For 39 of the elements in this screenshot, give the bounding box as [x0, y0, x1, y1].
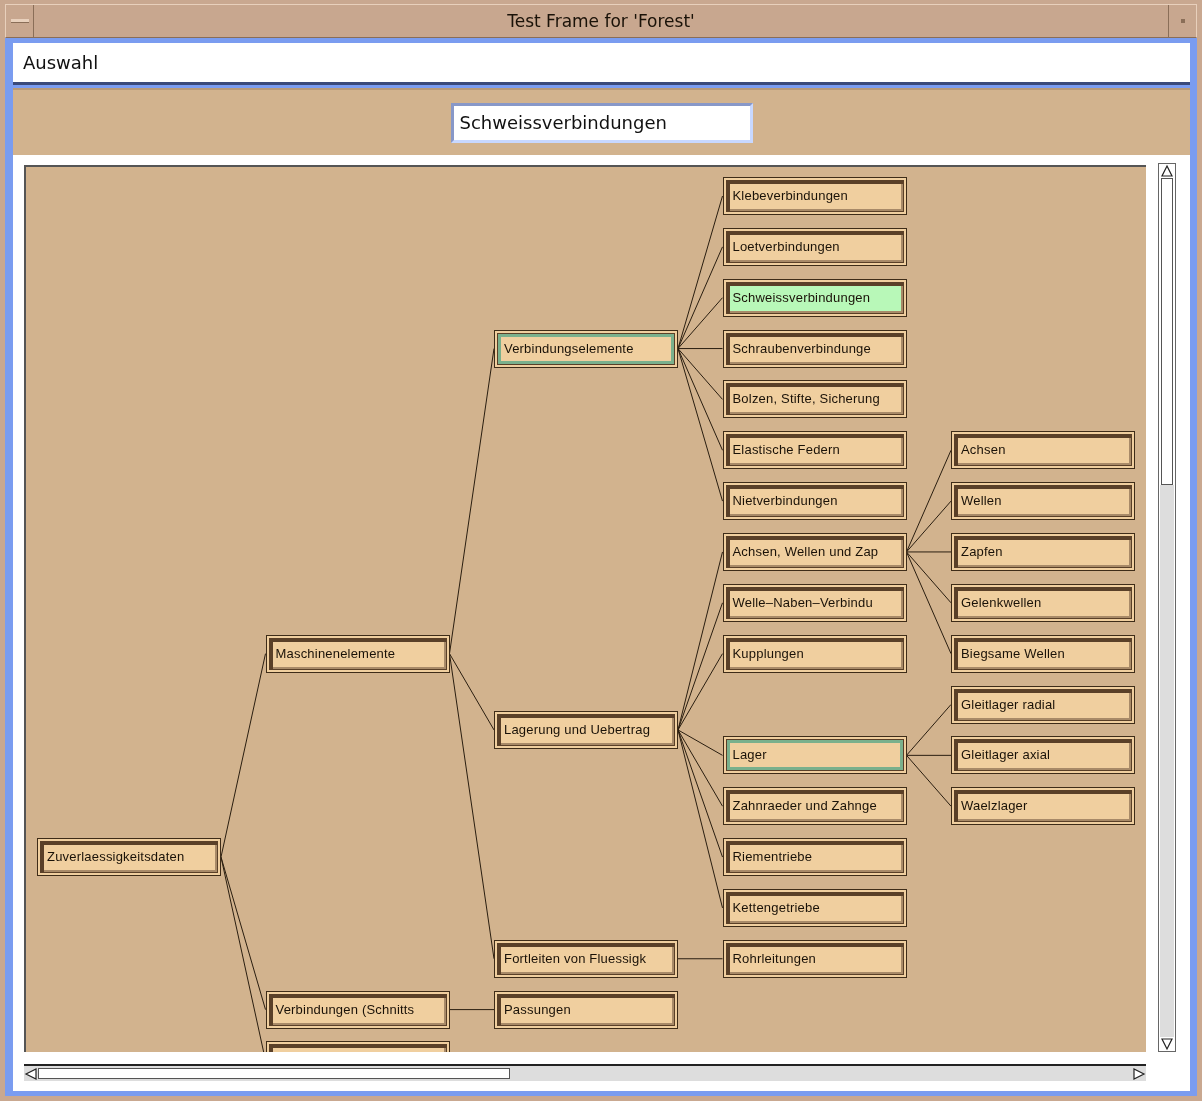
tree-node[interactable]: Gelenkwellen [951, 583, 1135, 622]
scroll-left-icon[interactable] [24, 1066, 38, 1081]
tree-node[interactable]: Maschinenelemente [265, 634, 450, 673]
selection-field[interactable]: Schweissverbindungen [450, 102, 753, 143]
tree-node[interactable]: Schraubenverbindunge [722, 329, 907, 368]
tree-node[interactable]: Zahnraeder und Zahnge [722, 787, 907, 826]
tree-node[interactable]: Loetverbindungen [722, 227, 907, 266]
tree-node[interactable]: Fortleiten von Fluessigk [494, 939, 678, 978]
tree-node[interactable]: Waelzlager [951, 787, 1135, 826]
tree-node[interactable]: Kupplungen [722, 634, 907, 673]
tree-node[interactable]: Gleitlager axial [951, 736, 1135, 775]
tree-node[interactable]: Verbindungselemente [494, 329, 678, 368]
tree-node[interactable]: Gleitlager radial [951, 685, 1135, 724]
tree-node[interactable]: Lager [722, 736, 907, 775]
tree-node[interactable]: Schweissverbindungen [722, 278, 907, 317]
tree-node[interactable]: Biegsame Wellen [951, 634, 1135, 673]
connector-line [449, 1009, 495, 1011]
tree-node[interactable]: Klebeverbindungen [722, 177, 907, 215]
scroll-right-icon[interactable] [1132, 1066, 1146, 1081]
connector-line [677, 958, 723, 960]
tree-node[interactable]: Riementriebe [722, 838, 907, 877]
tree-node[interactable]: Achsen, Wellen und Zap [722, 532, 907, 571]
tree-node[interactable]: Zapfen [951, 532, 1135, 571]
tree-node[interactable]: Bolzen, Stifte, Sicherung [722, 380, 907, 419]
tree-node[interactable]: Nietverbindungen [722, 482, 907, 521]
vertical-scrollbar[interactable] [1158, 163, 1176, 1052]
tree-node[interactable]: Zuverlaessigkeitsdaten [37, 838, 221, 877]
selection-header: Auswahl [13, 43, 1190, 85]
tree-node[interactable]: Rohrleitungen [722, 939, 907, 978]
tree-node[interactable]: Welle–Naben–Verbindu [722, 583, 907, 622]
horizontal-scrollbar[interactable] [24, 1064, 1146, 1081]
tree-node[interactable]: Elastische Federn [722, 431, 907, 470]
tree-node[interactable]: Wellen [951, 482, 1135, 521]
tree-node[interactable]: Verbindungen (Schnitts [265, 990, 450, 1029]
tree-node[interactable]: Lagerung und Uebertrag [494, 710, 678, 749]
tree-node[interactable]: Passungen [494, 990, 678, 1029]
tree-node[interactable]: Kettengetriebe [722, 888, 907, 927]
tree-node[interactable]: Achsen [951, 431, 1135, 470]
window-title: Test Frame for 'Forest' [506, 10, 696, 33]
